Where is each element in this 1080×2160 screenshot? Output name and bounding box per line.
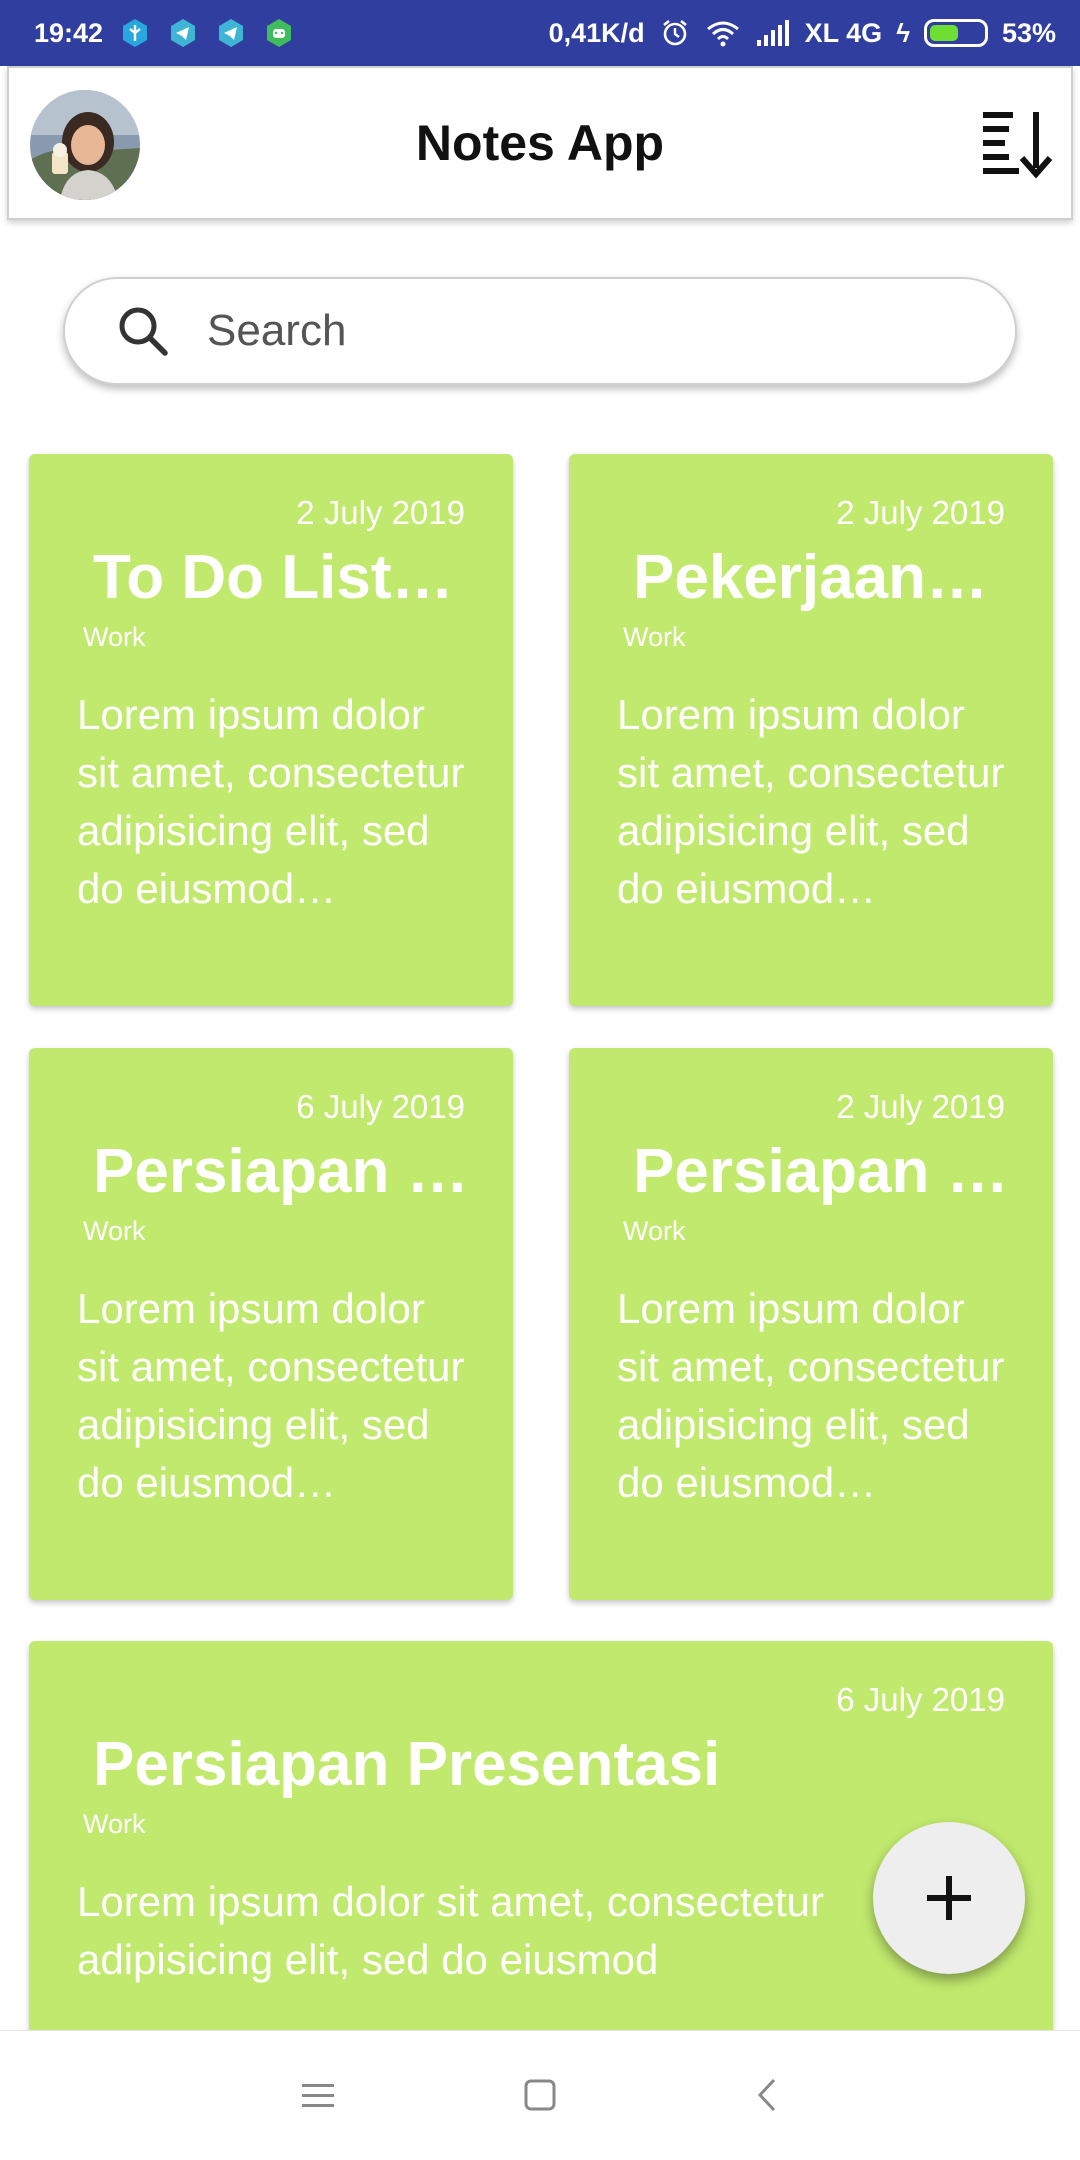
- note-date: 2 July 2019: [836, 494, 1005, 531]
- status-bar: 19:42 0,41K/d XL 4G ϟ 53%: [0, 0, 1080, 66]
- note-tag: Work: [83, 622, 146, 652]
- back-chevron-icon: [757, 2078, 776, 2112]
- note-tag: Work: [623, 1216, 686, 1246]
- status-time: 19:42: [34, 17, 104, 48]
- app-bar: Notes App: [7, 66, 1073, 220]
- menu-button[interactable]: [288, 2066, 348, 2126]
- carrier-label: XL 4G: [804, 17, 883, 48]
- search-input[interactable]: [207, 306, 967, 356]
- note-date: 2 July 2019: [836, 1088, 1005, 1125]
- status-left: 19:42: [34, 17, 295, 49]
- note-body: Lorem ipsum dolor sit amet, consectetur …: [77, 1878, 824, 1983]
- signal-icon: [756, 20, 789, 46]
- battery-level: [929, 25, 958, 41]
- note-date: 6 July 2019: [296, 1088, 465, 1125]
- note-card[interactable]: 2 July 2019 Pekerjaan… Work Lorem ipsum …: [569, 454, 1053, 1006]
- note-body: Lorem ipsum dolor sit amet, consectetur …: [617, 1285, 1005, 1506]
- note-body: Lorem ipsum dolor sit amet, consectetur …: [617, 691, 1005, 912]
- status-right: 0,41K/d XL 4G ϟ 53%: [549, 17, 1056, 49]
- add-note-button[interactable]: [873, 1822, 1025, 1974]
- wifi-icon: [706, 21, 739, 47]
- note-date: 2 July 2019: [296, 494, 465, 531]
- home-square-icon: [524, 2079, 556, 2111]
- menu-icon: [302, 2084, 334, 2107]
- alarm-icon: [662, 19, 687, 46]
- note-title: Persiapan P…: [93, 1137, 469, 1206]
- shield-icon: [123, 19, 148, 47]
- system-nav-bar: [0, 2030, 1080, 2160]
- note-card[interactable]: 2 July 2019 To Do List… Work Lorem ipsum…: [29, 454, 513, 1006]
- note-title: Pekerjaan…: [633, 543, 988, 612]
- plus-icon: [927, 1876, 971, 1920]
- home-button[interactable]: [510, 2066, 570, 2126]
- telegram-icon: [171, 19, 196, 47]
- app-title: Notes App: [415, 115, 665, 171]
- note-body: Lorem ipsum dolor sit amet, consectetur …: [77, 1285, 465, 1506]
- note-tag: Work: [83, 1216, 146, 1246]
- note-title: To Do List…: [93, 543, 454, 612]
- charging-icon: ϟ: [896, 17, 910, 48]
- back-button[interactable]: [738, 2066, 798, 2126]
- note-body: Lorem ipsum dolor sit amet, consectetur …: [77, 691, 465, 912]
- search-icon: [119, 307, 168, 356]
- note-title: Persiapan Presentasi: [93, 1730, 721, 1799]
- note-card[interactable]: 2 July 2019 Persiapan P… Work Lorem ipsu…: [569, 1048, 1053, 1600]
- search-bar[interactable]: [63, 277, 1017, 385]
- note-title: Persiapan P…: [633, 1137, 1009, 1206]
- note-tag: Work: [83, 1809, 146, 1839]
- telegram-icon: [219, 19, 244, 47]
- note-date: 6 July 2019: [836, 1681, 1005, 1718]
- note-card[interactable]: 6 July 2019 Persiapan P… Work Lorem ipsu…: [29, 1048, 513, 1600]
- notes-app-screen: 19:42 0,41K/d XL 4G ϟ 53% Notes App Sear…: [0, 0, 1080, 2160]
- sort-button[interactable]: [979, 106, 1055, 182]
- android-icon: [267, 19, 292, 47]
- sort-descending-icon: [983, 112, 1053, 179]
- network-speed: 0,41K/d: [548, 17, 645, 48]
- battery-percent: 53%: [1001, 17, 1056, 48]
- note-tag: Work: [623, 622, 686, 652]
- battery-icon: [923, 19, 988, 47]
